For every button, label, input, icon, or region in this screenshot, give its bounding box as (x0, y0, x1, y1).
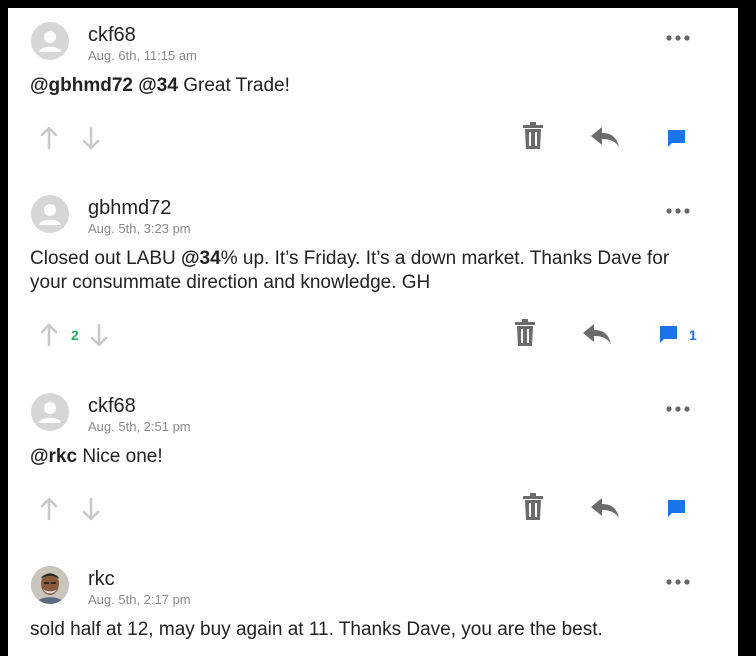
comment-body: sold half at 12, may buy again at 11. Th… (30, 619, 603, 640)
username[interactable]: rkc (88, 568, 115, 591)
timestamp: Aug. 5th, 3:23 pm (88, 221, 191, 236)
comment-body: Closed out LABU @34% up. It’s Friday. It… (30, 247, 720, 295)
upvote-icon[interactable] (40, 323, 58, 352)
delete-icon[interactable] (522, 493, 544, 526)
reply-icon[interactable] (582, 323, 612, 350)
delete-icon[interactable] (514, 319, 536, 352)
comment-bubble-icon[interactable] (668, 500, 685, 522)
comments-panel: ckf68 Aug. 6th, 11:15 am @gbhmd72 @34 Gr… (8, 8, 738, 656)
comment-bubble-icon[interactable] (660, 326, 677, 348)
upvote-icon[interactable] (40, 126, 58, 155)
timestamp: Aug. 5th, 2:17 pm (88, 592, 191, 607)
more-options-icon[interactable] (664, 571, 694, 593)
more-options-icon[interactable] (664, 200, 694, 222)
downvote-icon[interactable] (82, 497, 100, 526)
comment-text: Great Trade! (177, 75, 290, 96)
default-avatar-icon[interactable] (31, 393, 69, 431)
delete-icon[interactable] (522, 122, 544, 155)
comment-bubble-icon[interactable] (668, 130, 685, 152)
downvote-icon[interactable] (82, 126, 100, 155)
comment-body: @gbhmd72 @34 Great Trade! (30, 74, 720, 98)
timestamp: Aug. 6th, 11:15 am (88, 48, 197, 63)
comment-text: % up. It’s Friday. It’s a down market. T… (220, 248, 670, 269)
reply-icon[interactable] (590, 126, 620, 153)
comment-text: your consummate direction and knowledge.… (30, 272, 431, 293)
more-options-icon[interactable] (664, 398, 694, 420)
username[interactable]: ckf68 (88, 24, 136, 47)
downvote-icon[interactable] (90, 323, 108, 352)
mention-link[interactable]: @34 (181, 248, 221, 269)
comment-text: Nice one! (77, 446, 163, 467)
upvote-icon[interactable] (40, 497, 58, 526)
mention-link[interactable]: @gbhmd72 (30, 75, 133, 96)
reply-icon[interactable] (590, 497, 620, 524)
photo-avatar-icon[interactable] (31, 566, 69, 604)
default-avatar-icon[interactable] (31, 22, 69, 60)
default-avatar-icon[interactable] (31, 195, 69, 233)
reply-count[interactable]: 1 (689, 327, 697, 343)
comment-text: Closed out LABU (30, 248, 182, 269)
vote-count: 2 (71, 327, 79, 343)
username[interactable]: ckf68 (88, 395, 136, 418)
mention-link[interactable]: @rkc (30, 446, 77, 467)
comment-body: @rkc Nice one! (30, 445, 720, 469)
username[interactable]: gbhmd72 (88, 197, 171, 220)
mention-link[interactable]: @34 (138, 75, 178, 96)
timestamp: Aug. 5th, 2:51 pm (88, 419, 191, 434)
more-options-icon[interactable] (664, 27, 694, 49)
